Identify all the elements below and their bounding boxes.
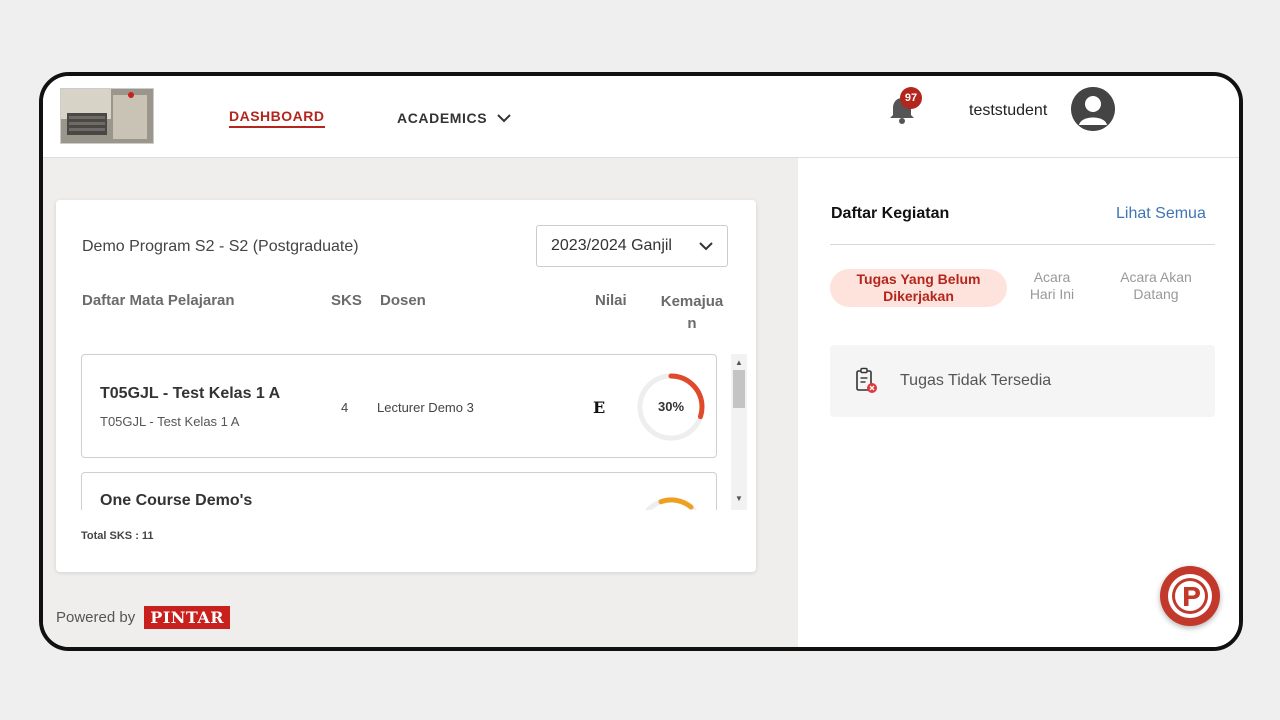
institution-logo[interactable] (60, 88, 154, 144)
empty-tasks-box: Tugas Tidak Tersedia (830, 345, 1215, 417)
total-sks: Total SKS : 11 (81, 530, 154, 542)
activity-title: Daftar Kegiatan (831, 205, 950, 222)
scroll-up-arrow-icon[interactable]: ▲ (735, 358, 743, 367)
clipboard-x-icon (856, 367, 877, 393)
nav-academics-label: ACADEMICS (397, 110, 488, 126)
tab-label-line1: Acara (1033, 269, 1071, 285)
tab-label-line1: Acara Akan (1120, 269, 1192, 285)
app-frame: DASHBOARD ACADEMICS 97 teststudent Demo … (39, 72, 1243, 651)
course-lecturer: Lecturer Demo 3 (377, 400, 474, 415)
course-list[interactable]: T05GJL - Test Kelas 1 A T05GJL - Test Ke… (81, 354, 721, 510)
tab-today-events[interactable]: Acara Hari Ini (1020, 269, 1084, 303)
course-title: One Course Demo's (100, 492, 253, 509)
activity-panel: Daftar Kegiatan Lihat Semua Tugas Yang B… (798, 158, 1239, 647)
avatar[interactable] (1071, 87, 1115, 131)
courses-card: Demo Program S2 - S2 (Postgraduate) 2023… (56, 200, 756, 572)
progress-label: 30% (657, 399, 685, 414)
program-name: Demo Program S2 - S2 (Postgraduate) (82, 238, 359, 255)
nav-academics[interactable]: ACADEMICS (397, 110, 511, 126)
column-header-nilai: Nilai (595, 292, 627, 309)
semester-select-value: 2023/2024 Ganjil (551, 237, 672, 254)
chevron-down-icon (497, 113, 511, 122)
main-content: Demo Program S2 - S2 (Postgraduate) 2023… (43, 158, 798, 647)
pintar-p-icon (1168, 574, 1212, 618)
tab-upcoming-events[interactable]: Acara Akan Datang (1108, 269, 1204, 303)
tab-label-line2: Datang (1133, 286, 1179, 302)
tab-label-line2: Hari Ini (1029, 286, 1075, 302)
top-header: DASHBOARD ACADEMICS 97 teststudent (43, 76, 1239, 158)
tab-label-line1: Tugas Yang Belum (856, 271, 981, 287)
divider (830, 244, 1215, 245)
course-title: T05GJL - Test Kelas 1 A (100, 385, 281, 402)
powered-by-label: Powered by (56, 609, 136, 626)
column-header-progress-line2: n (687, 315, 697, 332)
column-header-dosen: Dosen (380, 292, 426, 309)
course-subtitle: T05GJL - Test Kelas 1 A (100, 414, 240, 429)
see-all-link[interactable]: Lihat Semua (1116, 205, 1206, 223)
scroll-down-arrow-icon[interactable]: ▼ (735, 494, 743, 503)
notification-badge: 97 (900, 87, 922, 109)
pintar-logo[interactable]: PINTAR (144, 606, 231, 629)
course-sks: 4 (341, 400, 349, 415)
column-header-progress-line1: Kemajua (660, 293, 724, 310)
empty-tasks-text: Tugas Tidak Tersedia (900, 372, 1052, 389)
progress-ring (644, 497, 698, 510)
chat-fab-button[interactable] (1160, 566, 1220, 626)
course-list-scrollbar[interactable]: ▲ ▼ (731, 354, 747, 510)
semester-select[interactable]: 2023/2024 Ganjil (536, 225, 728, 267)
nav-dashboard[interactable]: DASHBOARD (229, 108, 325, 128)
column-header-course: Daftar Mata Pelajaran (82, 292, 235, 309)
column-header-progress: Kemajua n (656, 291, 728, 335)
tab-pending-tasks[interactable]: Tugas Yang Belum Dikerjakan (830, 269, 1007, 307)
tab-label-line2: Dikerjakan (883, 288, 954, 304)
course-grade: E (593, 398, 606, 417)
chevron-down-icon (699, 241, 713, 250)
powered-by: Powered by PINTAR (56, 606, 231, 629)
course-row[interactable]: One Course Demo's (81, 472, 717, 510)
user-icon (1071, 87, 1115, 131)
course-row[interactable]: T05GJL - Test Kelas 1 A T05GJL - Test Ke… (81, 354, 717, 458)
scroll-thumb[interactable] (733, 370, 745, 408)
column-header-sks: SKS (331, 292, 362, 309)
username[interactable]: teststudent (969, 102, 1047, 120)
